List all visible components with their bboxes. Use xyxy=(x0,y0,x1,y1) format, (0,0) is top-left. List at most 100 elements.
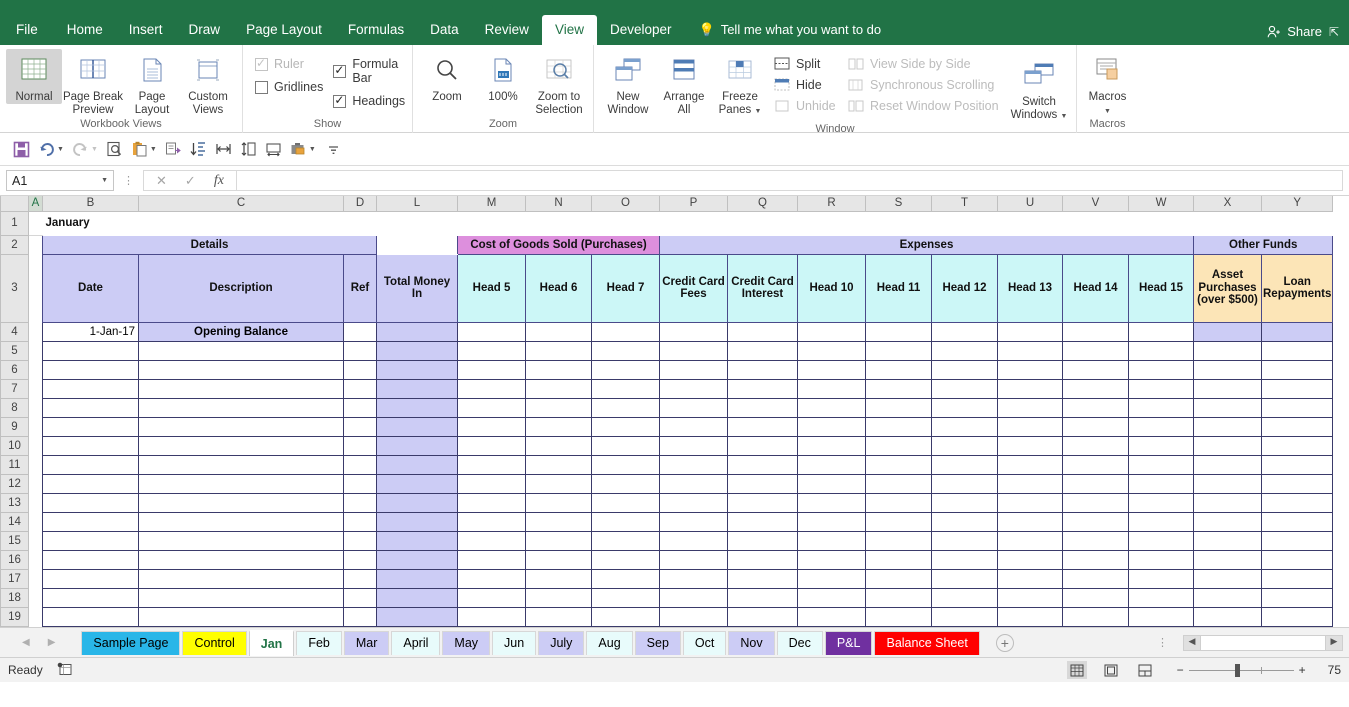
cell[interactable] xyxy=(998,531,1063,550)
cell[interactable] xyxy=(998,436,1063,455)
cell[interactable] xyxy=(1262,379,1333,398)
cell[interactable] xyxy=(998,379,1063,398)
cell[interactable] xyxy=(43,436,139,455)
cell-opening-head-14[interactable] xyxy=(1063,322,1129,341)
sheet-tab-aug[interactable]: Aug xyxy=(586,631,632,655)
cell[interactable] xyxy=(43,531,139,550)
cell[interactable] xyxy=(526,626,592,627)
sheet-tab-mar[interactable]: Mar xyxy=(344,631,390,655)
cell[interactable] xyxy=(798,512,866,531)
scroll-left-button[interactable]: ◀ xyxy=(1184,636,1200,650)
column-header-V[interactable]: V xyxy=(1063,196,1129,211)
cell[interactable] xyxy=(1194,455,1262,474)
cell[interactable] xyxy=(139,607,344,626)
cell[interactable] xyxy=(728,379,798,398)
cell[interactable] xyxy=(728,493,798,512)
ruler-checkbox[interactable]: Ruler xyxy=(255,57,323,71)
chevron-down-icon[interactable]: ▼ xyxy=(91,146,98,153)
cell[interactable] xyxy=(866,588,932,607)
ribbon-tab-view[interactable]: View xyxy=(542,15,597,45)
cell[interactable] xyxy=(1129,626,1194,627)
enter-icon[interactable]: ✓ xyxy=(185,173,196,189)
cell[interactable] xyxy=(998,512,1063,531)
cell[interactable] xyxy=(1129,341,1194,360)
paste-special-button[interactable] xyxy=(162,139,185,159)
cell[interactable] xyxy=(1262,607,1333,626)
cell[interactable] xyxy=(998,398,1063,417)
cell-opening-head-15[interactable] xyxy=(1129,322,1194,341)
cell[interactable] xyxy=(344,379,377,398)
row-header-18[interactable]: 18 xyxy=(1,588,29,607)
cell[interactable] xyxy=(592,588,660,607)
cell[interactable] xyxy=(458,398,526,417)
column-header-O[interactable]: O xyxy=(592,196,660,211)
cell[interactable] xyxy=(458,569,526,588)
cell[interactable] xyxy=(866,341,932,360)
cell[interactable] xyxy=(728,588,798,607)
cell[interactable] xyxy=(798,417,866,436)
ribbon-tab-insert[interactable]: Insert xyxy=(116,15,176,45)
cell[interactable] xyxy=(932,550,998,569)
row-header-12[interactable]: 12 xyxy=(1,474,29,493)
cell[interactable] xyxy=(526,455,592,474)
cell[interactable] xyxy=(798,569,866,588)
row-header-2[interactable]: 2 xyxy=(1,235,29,254)
row-header-19[interactable]: 19 xyxy=(1,607,29,626)
ribbon-tab-data[interactable]: Data xyxy=(417,15,472,45)
cell[interactable] xyxy=(526,436,592,455)
cell[interactable] xyxy=(998,588,1063,607)
cell[interactable] xyxy=(377,341,458,360)
cell[interactable] xyxy=(866,455,932,474)
cell[interactable] xyxy=(344,417,377,436)
cell[interactable] xyxy=(1063,569,1129,588)
cancel-icon[interactable]: ✕ xyxy=(156,173,167,189)
headings-checkbox[interactable]: Headings xyxy=(333,94,405,108)
cell[interactable] xyxy=(592,379,660,398)
cell[interactable] xyxy=(458,360,526,379)
cell[interactable] xyxy=(866,379,932,398)
page-layout-button[interactable]: Page Layout xyxy=(124,49,180,116)
cell[interactable] xyxy=(1129,417,1194,436)
cell[interactable] xyxy=(139,341,344,360)
cell[interactable] xyxy=(43,379,139,398)
cell[interactable] xyxy=(458,493,526,512)
print-preview-button[interactable] xyxy=(103,139,126,159)
cell[interactable] xyxy=(728,512,798,531)
cell[interactable] xyxy=(43,626,139,627)
cell[interactable] xyxy=(377,569,458,588)
cell[interactable] xyxy=(1129,493,1194,512)
cell[interactable] xyxy=(526,417,592,436)
arrange-all-button[interactable]: Arrange All xyxy=(656,49,712,116)
cell[interactable] xyxy=(592,512,660,531)
cell[interactable] xyxy=(728,417,798,436)
cell[interactable] xyxy=(458,607,526,626)
zoom-out-button[interactable]: − xyxy=(1177,663,1184,677)
cell[interactable] xyxy=(344,512,377,531)
cell[interactable] xyxy=(1262,550,1333,569)
format-button[interactable]: ▼ xyxy=(287,139,319,159)
next-sheet-arrow-icon[interactable]: ▶ xyxy=(48,637,56,648)
cell[interactable] xyxy=(377,455,458,474)
cell[interactable] xyxy=(139,493,344,512)
cell[interactable] xyxy=(1194,341,1262,360)
select-all-corner[interactable] xyxy=(1,196,29,211)
cell[interactable] xyxy=(998,360,1063,379)
cell[interactable] xyxy=(1129,360,1194,379)
sheet-tab-control[interactable]: Control xyxy=(182,631,246,655)
cell[interactable] xyxy=(377,531,458,550)
cell[interactable] xyxy=(798,379,866,398)
chevron-down-icon[interactable]: ▼ xyxy=(150,146,157,153)
cell[interactable] xyxy=(592,531,660,550)
sheet-tab-p-l[interactable]: P&L xyxy=(825,631,873,655)
cell[interactable] xyxy=(866,474,932,493)
cell[interactable] xyxy=(139,360,344,379)
cell-opening-loan-repayments[interactable] xyxy=(1262,322,1333,341)
cell[interactable] xyxy=(458,588,526,607)
page-layout-view-icon[interactable] xyxy=(1101,661,1121,679)
cell[interactable] xyxy=(932,493,998,512)
cell[interactable] xyxy=(932,588,998,607)
new-window-button[interactable]: New Window xyxy=(600,49,656,116)
sheet-tab-dec[interactable]: Dec xyxy=(777,631,823,655)
column-header-R[interactable]: R xyxy=(798,196,866,211)
row-header-16[interactable]: 16 xyxy=(1,550,29,569)
